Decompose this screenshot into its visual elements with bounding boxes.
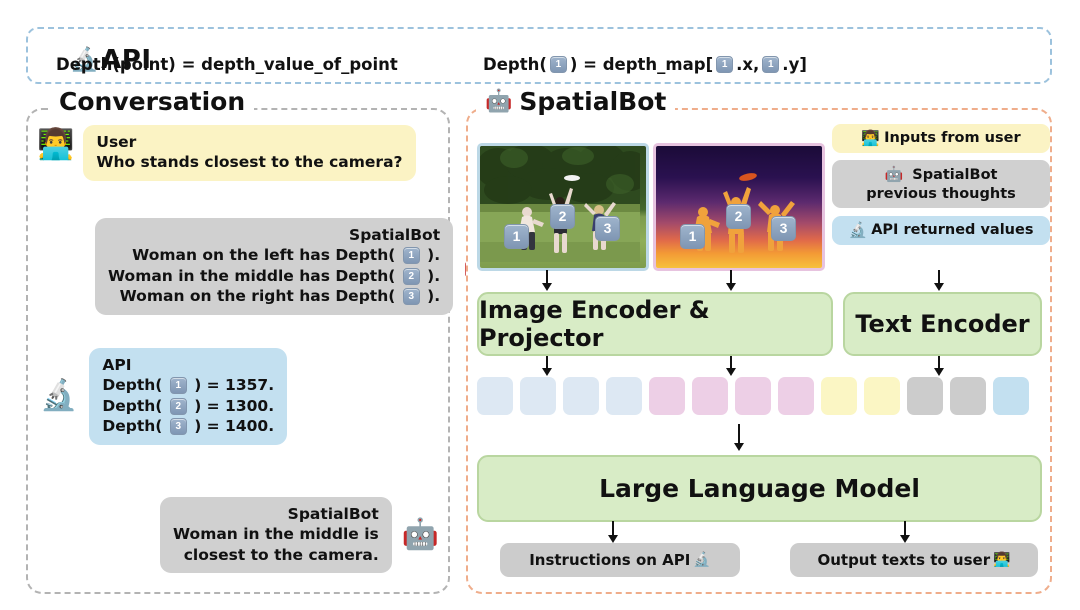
large-language-model-block: Large Language Model xyxy=(477,455,1042,522)
api-formula-right: Depth( 1 ) = depth_map[ 1 .x, 1 .y] xyxy=(483,55,807,74)
token-square xyxy=(864,377,900,415)
bot-message-bubble: SpatialBot Woman on the left has Depth( … xyxy=(95,218,453,315)
token-square xyxy=(778,377,814,415)
marker-badge-1: 1 xyxy=(680,224,705,249)
user-laptop-icon: 👨‍💻 xyxy=(37,130,74,160)
api-formula-left: Depth(point) = depth_value_of_point xyxy=(56,55,398,74)
conversation-turn-bot-thoughts: SpatialBot Woman on the left has Depth( … xyxy=(95,218,500,315)
arrow-llm-to-user-output xyxy=(904,521,906,536)
legend-label: Inputs from user xyxy=(884,129,1021,147)
legend-label-line1: SpatialBot xyxy=(912,167,997,183)
speaker-label: SpatialBot xyxy=(108,225,440,245)
point-badge-3: 3 xyxy=(170,418,187,435)
legend-label: API returned values xyxy=(871,221,1033,239)
arrow-depth-to-encoder xyxy=(730,270,732,284)
conversation-turn-api: 🔬 API Depth( 1 ) = 1357. Depth( 2 ) = 13… xyxy=(40,348,287,445)
speaker-label: API xyxy=(102,355,274,375)
arrow-rgb-to-encoder xyxy=(546,270,548,284)
robot-icon: 🤖 xyxy=(485,91,512,113)
token-square xyxy=(649,377,685,415)
api-definition-panel: 🔬 API Depth(point) = depth_value_of_poin… xyxy=(26,27,1052,84)
point-badge-1: 1 xyxy=(762,56,779,73)
token-square xyxy=(993,377,1029,415)
speaker-label: User xyxy=(96,132,402,152)
arrow-text-encoder-to-tokens xyxy=(938,356,940,369)
text-encoder-block: Text Encoder xyxy=(843,292,1042,356)
legend-inputs-from-user: 👨‍💻 Inputs from user xyxy=(832,124,1050,153)
microscope-icon: 🔬 xyxy=(693,552,710,568)
conversation-turn-user: 👨‍💻 User Who stands closest to the camer… xyxy=(37,125,416,181)
token-square xyxy=(907,377,943,415)
token-square xyxy=(563,377,599,415)
point-badge-2: 2 xyxy=(403,268,420,285)
output-label: Instructions on API xyxy=(529,551,690,569)
message-line: Depth( 1 ) = 1357. xyxy=(102,375,274,395)
message-line: Woman in the middle has Depth( 2 ). xyxy=(108,266,440,286)
token-square xyxy=(735,377,771,415)
token-square xyxy=(821,377,857,415)
speaker-label: SpatialBot xyxy=(173,504,379,524)
point-badge-1: 1 xyxy=(170,377,187,394)
marker-badge-3: 3 xyxy=(595,216,620,241)
microscope-icon: 🔬 xyxy=(849,221,868,240)
conversation-panel-title: Conversation xyxy=(50,89,254,114)
token-square xyxy=(606,377,642,415)
bot-answer-bubble: SpatialBot Woman in the middle is closes… xyxy=(160,497,392,573)
arrow-legend-to-text-encoder xyxy=(938,270,940,284)
token-square xyxy=(692,377,728,415)
token-square xyxy=(520,377,556,415)
message-line: Depth( 2 ) = 1300. xyxy=(102,396,274,416)
token-square xyxy=(477,377,513,415)
output-label: Output texts to user xyxy=(817,551,990,569)
point-badge-3: 3 xyxy=(403,288,420,305)
point-badge-2: 2 xyxy=(170,398,187,415)
message-line: Depth( 3 ) = 1400. xyxy=(102,416,274,436)
rgb-image: 1 2 3 xyxy=(477,143,649,271)
message-line: Who stands closest to the camera? xyxy=(96,152,402,172)
legend-spatialbot-previous-thoughts: 🤖 SpatialBot previous thoughts xyxy=(832,160,1050,208)
robot-icon: 🤖 xyxy=(402,520,439,550)
arrow-image-encoder-to-tokens xyxy=(546,356,548,369)
marker-badge-3: 3 xyxy=(771,216,796,241)
spatialbot-panel-title: 🤖 SpatialBot xyxy=(476,89,675,114)
arrow-tokens-to-llm xyxy=(738,424,740,444)
legend-label-line2: previous thoughts xyxy=(866,185,1016,203)
image-encoder-block: Image Encoder & Projector xyxy=(477,292,833,356)
marker-badge-2: 2 xyxy=(550,204,575,229)
legend-api-returned-values: 🔬 API returned values xyxy=(832,216,1050,245)
message-line: Woman on the right has Depth( 3 ). xyxy=(108,286,440,306)
marker-badge-2: 2 xyxy=(726,204,751,229)
microscope-icon: 🔬 xyxy=(40,381,77,411)
token-square xyxy=(950,377,986,415)
point-badge-1: 1 xyxy=(550,56,567,73)
user-message-bubble: User Who stands closest to the camera? xyxy=(83,125,415,181)
output-instructions-on-api: Instructions on API 🔬 xyxy=(500,543,740,577)
point-badge-1: 1 xyxy=(716,56,733,73)
point-badge-1: 1 xyxy=(403,247,420,264)
message-line: closest to the camera. xyxy=(173,545,379,565)
conversation-turn-bot-answer: SpatialBot Woman in the middle is closes… xyxy=(160,497,439,573)
token-sequence xyxy=(477,377,1038,415)
arrow-llm-to-api-instructions xyxy=(612,521,614,536)
marker-badge-1: 1 xyxy=(504,224,529,249)
message-line: Woman in the middle is xyxy=(173,524,379,544)
robot-icon: 🤖 xyxy=(885,165,904,183)
api-message-bubble: API Depth( 1 ) = 1357. Depth( 2 ) = 1300… xyxy=(89,348,287,445)
diagram-root: 🔬 API Depth(point) = depth_value_of_poin… xyxy=(0,0,1080,610)
message-line: Woman on the left has Depth( 1 ). xyxy=(108,245,440,265)
user-laptop-icon: 👨‍💻 xyxy=(861,129,880,148)
user-laptop-icon: 👨‍💻 xyxy=(993,552,1010,568)
output-texts-to-user: Output texts to user 👨‍💻 xyxy=(790,543,1038,577)
depth-map-image: 1 2 3 xyxy=(653,143,825,271)
arrow-projector-to-tokens xyxy=(730,356,732,369)
